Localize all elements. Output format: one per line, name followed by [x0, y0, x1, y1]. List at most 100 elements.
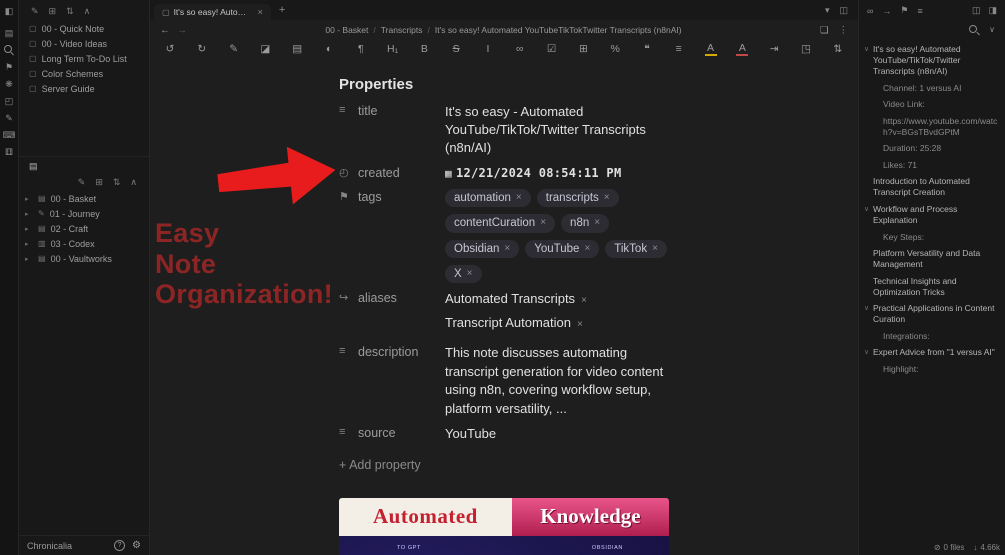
folder-item[interactable]: ▸ ▤ 00 - Vaultworks	[19, 251, 149, 266]
outline-item[interactable]: Platform Versatility and Data Management	[864, 248, 999, 270]
new-note-icon[interactable]: ✎	[31, 6, 39, 17]
sidebar-right-toggle-icon[interactable]: ◨	[988, 5, 997, 16]
chevron-down-icon[interactable]: ∨	[864, 303, 873, 312]
property-value-title[interactable]: It's so easy - Automated YouTube/TikTok/…	[445, 103, 669, 158]
tags-pane-icon[interactable]: ⚑	[900, 5, 908, 16]
property-value-description[interactable]: This note discusses automating transcrip…	[445, 344, 669, 418]
property-key-title[interactable]: ≡ title	[339, 103, 445, 158]
highlight-color-icon[interactable]: A	[736, 43, 749, 56]
tag-pill[interactable]: YouTube ×	[525, 239, 600, 259]
new-note-icon[interactable]: ✎	[78, 177, 86, 188]
chevron-down-icon[interactable]	[874, 99, 883, 100]
tab-list-icon[interactable]: ▾	[825, 5, 830, 16]
tag-remove-icon[interactable]: ×	[652, 243, 658, 256]
chevron-down-icon[interactable]: ∨	[864, 204, 873, 213]
outline-item[interactable]: Integrations:	[864, 331, 999, 342]
more-options-icon[interactable]: ⋮	[839, 25, 849, 36]
percent-icon[interactable]: %	[609, 43, 621, 55]
italic-icon[interactable]: I	[482, 43, 494, 55]
bookmark-item[interactable]: ▢ 00 - Quick Note	[19, 21, 149, 36]
chevron-down-icon[interactable]: ∨	[864, 347, 873, 356]
sidebar-left-toggle-icon[interactable]: ◧	[2, 4, 17, 19]
collapse-all-icon[interactable]: ∧	[84, 6, 91, 17]
breadcrumb-item[interactable]: Transcripts	[381, 25, 423, 35]
graph-view-icon[interactable]: ❋	[2, 77, 17, 92]
tag-pill[interactable]: n8n ×	[561, 214, 610, 233]
tab-current-note[interactable]: ▢ It's so easy! Automated... ×	[154, 4, 271, 20]
alias-item[interactable]: Transcript Automation ×	[445, 314, 669, 332]
sort-icon[interactable]: ⇅	[113, 177, 121, 188]
outline-item[interactable]: Channel: 1 versus AI	[864, 83, 999, 94]
folder-tab-icon[interactable]: ▤	[29, 161, 38, 172]
outline-item[interactable]: Technical Insights and Optimization Tric…	[864, 276, 999, 298]
alias-item[interactable]: Automated Transcripts ×	[445, 290, 669, 308]
scroll-sync-icon[interactable]: ⇅	[832, 43, 844, 55]
property-key-description[interactable]: ≡ description	[339, 344, 445, 418]
outline-item[interactable]: ∨ Expert Advice from "1 versus AI"	[864, 347, 999, 358]
chevron-down-icon[interactable]	[874, 143, 883, 144]
outline-item[interactable]: ∨ Practical Applications in Content Cura…	[864, 303, 999, 325]
outgoing-links-icon[interactable]: →	[882, 5, 891, 16]
tag-remove-icon[interactable]: ×	[516, 192, 522, 205]
sort-icon[interactable]: ⇅	[66, 6, 74, 17]
outline-item[interactable]: Introduction to Automated Transcript Cre…	[864, 176, 999, 198]
highlighter-icon[interactable]: ✎	[228, 43, 240, 55]
link-icon[interactable]: ∞	[514, 43, 526, 55]
outline-item[interactable]: Highlight:	[864, 364, 999, 375]
paragraph-icon[interactable]: ¶	[355, 43, 367, 55]
outline-item[interactable]: Duration: 25:28	[864, 143, 999, 154]
alias-remove-icon[interactable]: ×	[581, 294, 587, 308]
font-color-icon[interactable]: A	[704, 43, 717, 56]
chevron-down-icon[interactable]	[874, 83, 883, 84]
property-value-created[interactable]: ▦ 12/21/2024 08:54:11 PM	[445, 165, 669, 182]
redo-icon[interactable]: ↻	[196, 43, 208, 55]
chevron-down-icon[interactable]	[874, 331, 883, 332]
tag-pill[interactable]: Obsidian ×	[445, 239, 520, 259]
collapse-all-icon[interactable]: ∧	[130, 177, 137, 188]
outline-item[interactable]: Video Link:	[864, 99, 999, 110]
settings-icon[interactable]: ⚙	[132, 540, 141, 551]
tag-pill[interactable]: transcripts ×	[536, 188, 619, 208]
alias-remove-icon[interactable]: ×	[577, 318, 583, 332]
list-icon[interactable]: ≡	[673, 43, 685, 55]
chevron-down-icon[interactable]	[874, 116, 883, 117]
breadcrumb-item[interactable]: It's so easy! Automated YouTubeTikTokTwi…	[435, 25, 682, 35]
folder-item[interactable]: ▸ ▤ 00 - Basket	[19, 191, 149, 206]
canvas-icon[interactable]: ◰	[2, 94, 17, 109]
daily-note-icon[interactable]: ✎	[2, 111, 17, 126]
outline-item[interactable]: Likes: 71	[864, 160, 999, 171]
property-key-source[interactable]: ≡ source	[339, 425, 445, 443]
property-key-tags[interactable]: ⚑ tags	[339, 189, 445, 284]
forward-icon[interactable]: →	[177, 25, 187, 36]
outline-pane-icon[interactable]: ≡	[918, 5, 923, 16]
bookmark-item[interactable]: ▢ Color Schemes	[19, 66, 149, 81]
chevron-down-icon[interactable]	[874, 232, 883, 233]
bold-icon[interactable]: B	[418, 43, 430, 55]
new-tab-button[interactable]: +	[271, 4, 293, 16]
checklist-icon[interactable]: ☑	[546, 43, 558, 55]
strikethrough-icon[interactable]: S	[450, 43, 462, 55]
tag-pill[interactable]: X ×	[445, 265, 482, 284]
outline-item[interactable]: ∨ Workflow and Process Explanation	[864, 204, 999, 226]
back-icon[interactable]: ←	[160, 25, 170, 36]
quote-icon[interactable]: ❝	[641, 43, 653, 55]
folder-item[interactable]: ▸ ✎ 01 - Journey	[19, 206, 149, 221]
tag-pill[interactable]: TikTok ×	[605, 239, 667, 259]
tag-remove-icon[interactable]: ×	[540, 217, 546, 230]
undo-icon[interactable]: ↺	[164, 43, 176, 55]
tag-remove-icon[interactable]: ×	[467, 268, 473, 281]
palette-icon[interactable]: ◐	[323, 43, 335, 55]
bookmark-item[interactable]: ▢ Server Guide	[19, 81, 149, 96]
tag-remove-icon[interactable]: ×	[504, 243, 510, 256]
property-key-aliases[interactable]: ↪ aliases	[339, 290, 445, 337]
search-icon[interactable]	[967, 23, 980, 36]
search-icon[interactable]	[2, 43, 17, 58]
template-icon[interactable]: ▤	[291, 43, 303, 55]
indent-icon[interactable]: ⇥	[768, 43, 780, 55]
tag-remove-icon[interactable]: ×	[594, 217, 600, 230]
add-property-button[interactable]: + Add property	[339, 458, 669, 472]
bookmark-item[interactable]: ▢ 00 - Video Ideas	[19, 36, 149, 51]
bookmark-item[interactable]: ▢ Long Term To-Do List	[19, 51, 149, 66]
tag-pill[interactable]: contentCuration ×	[445, 214, 556, 233]
random-note-icon[interactable]: ⚅	[2, 145, 17, 160]
